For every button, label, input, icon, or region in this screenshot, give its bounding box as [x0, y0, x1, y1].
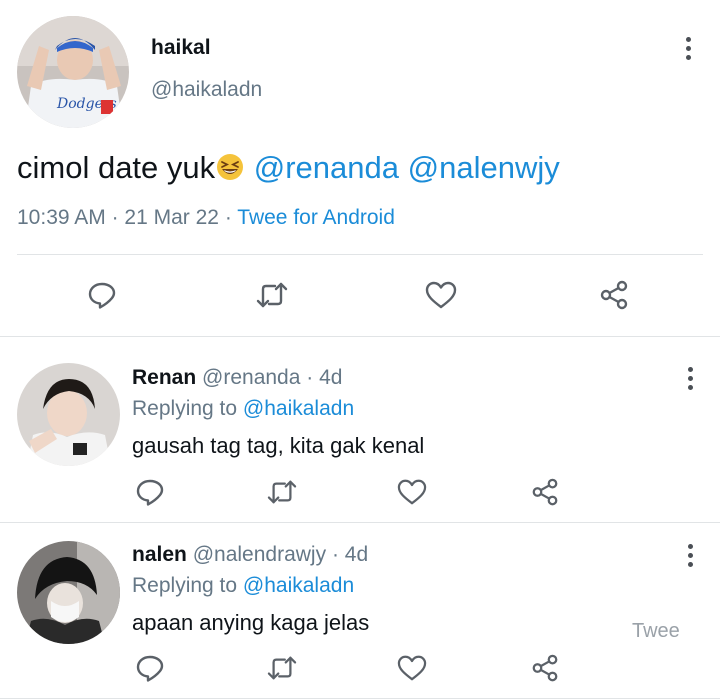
avatar-photo: Dodgers — [17, 16, 129, 128]
reply-button[interactable] — [80, 275, 124, 315]
meta-separator: · — [331, 543, 339, 566]
share-button[interactable] — [525, 474, 565, 510]
share-button[interactable] — [525, 650, 565, 686]
like-button[interactable] — [392, 474, 432, 510]
tweet-metadata: 10:39 AM · 21 Mar 22 · Twee for Android — [17, 206, 395, 230]
divider — [0, 336, 720, 337]
reply-author-name[interactable]: Renan — [132, 366, 196, 389]
author-handle[interactable]: @haikaladn — [151, 78, 262, 102]
reply-author-handle[interactable]: @nalendrawjy — [193, 543, 326, 566]
divider — [0, 522, 720, 523]
reply-header: nalen @nalendrawjy · 4d — [132, 543, 368, 567]
reply-header: Renan @renanda · 4d — [132, 366, 342, 390]
reply-age: 4d — [344, 543, 369, 566]
tweet-text-body: cimol date yuk — [17, 150, 216, 185]
reply-icon — [136, 479, 164, 506]
divider — [0, 698, 720, 699]
like-icon — [425, 281, 457, 309]
replying-to-line: Replying to @haikaladn — [132, 397, 354, 421]
reply-icon — [136, 655, 164, 682]
meta-separator: · — [111, 206, 119, 229]
retweet-button[interactable] — [262, 474, 302, 510]
reply-text: apaan anying kaga jelas — [132, 610, 370, 635]
like-button[interactable] — [392, 650, 432, 686]
reply-text: gausah tag tag, kita gak kenal — [132, 433, 425, 458]
mention-link-nalenwjy[interactable]: @nalenwjy — [408, 150, 560, 185]
reply-avatar[interactable] — [17, 541, 120, 644]
reply-button[interactable] — [130, 474, 170, 510]
retweet-icon — [267, 656, 297, 680]
like-button[interactable] — [419, 275, 463, 315]
retweet-icon — [267, 480, 297, 504]
more-options-icon[interactable] — [678, 535, 702, 575]
mention-link-renanda[interactable]: @renanda — [254, 150, 399, 185]
reply-author-handle[interactable]: @renanda — [202, 366, 300, 389]
replying-to-link[interactable]: @haikaladn — [243, 574, 354, 597]
meta-separator: · — [306, 366, 314, 389]
replying-to-label: Replying to — [132, 574, 238, 597]
retweet-button[interactable] — [262, 650, 302, 686]
divider — [17, 254, 703, 255]
meta-separator: · — [224, 206, 232, 229]
retweet-button[interactable] — [250, 275, 294, 315]
share-icon — [600, 280, 628, 310]
reply-button[interactable] — [130, 650, 170, 686]
more-options-icon[interactable] — [678, 358, 702, 398]
tweet-time: 10:39 AM — [17, 206, 106, 229]
more-options-icon[interactable] — [676, 28, 700, 68]
reply-age: 4d — [319, 366, 343, 389]
reply-author-name[interactable]: nalen — [132, 543, 187, 566]
replying-to-link[interactable]: @haikaladn — [243, 397, 354, 420]
like-icon — [397, 655, 427, 681]
author-avatar[interactable]: Dodgers — [17, 16, 129, 128]
twee-watermark: Twee — [632, 620, 680, 642]
retweet-icon — [256, 282, 288, 308]
avatar-photo — [17, 363, 120, 466]
like-icon — [397, 479, 427, 505]
grinning-squinting-face-emoji-icon — [217, 154, 244, 180]
avatar-photo — [17, 541, 120, 644]
replying-to-label: Replying to — [132, 397, 238, 420]
author-name[interactable]: haikal — [151, 36, 211, 60]
share-icon — [532, 654, 558, 682]
reply-icon — [88, 282, 116, 309]
tweet-text: cimol date yuk @renanda @nalenwjy — [17, 150, 560, 186]
replying-to-line: Replying to @haikaladn — [132, 574, 354, 598]
share-icon — [532, 478, 558, 506]
tweet-date: 21 Mar 22 — [124, 206, 219, 229]
share-button[interactable] — [592, 275, 636, 315]
reply-avatar[interactable] — [17, 363, 120, 466]
client-link[interactable]: Twee for Android — [237, 206, 395, 229]
